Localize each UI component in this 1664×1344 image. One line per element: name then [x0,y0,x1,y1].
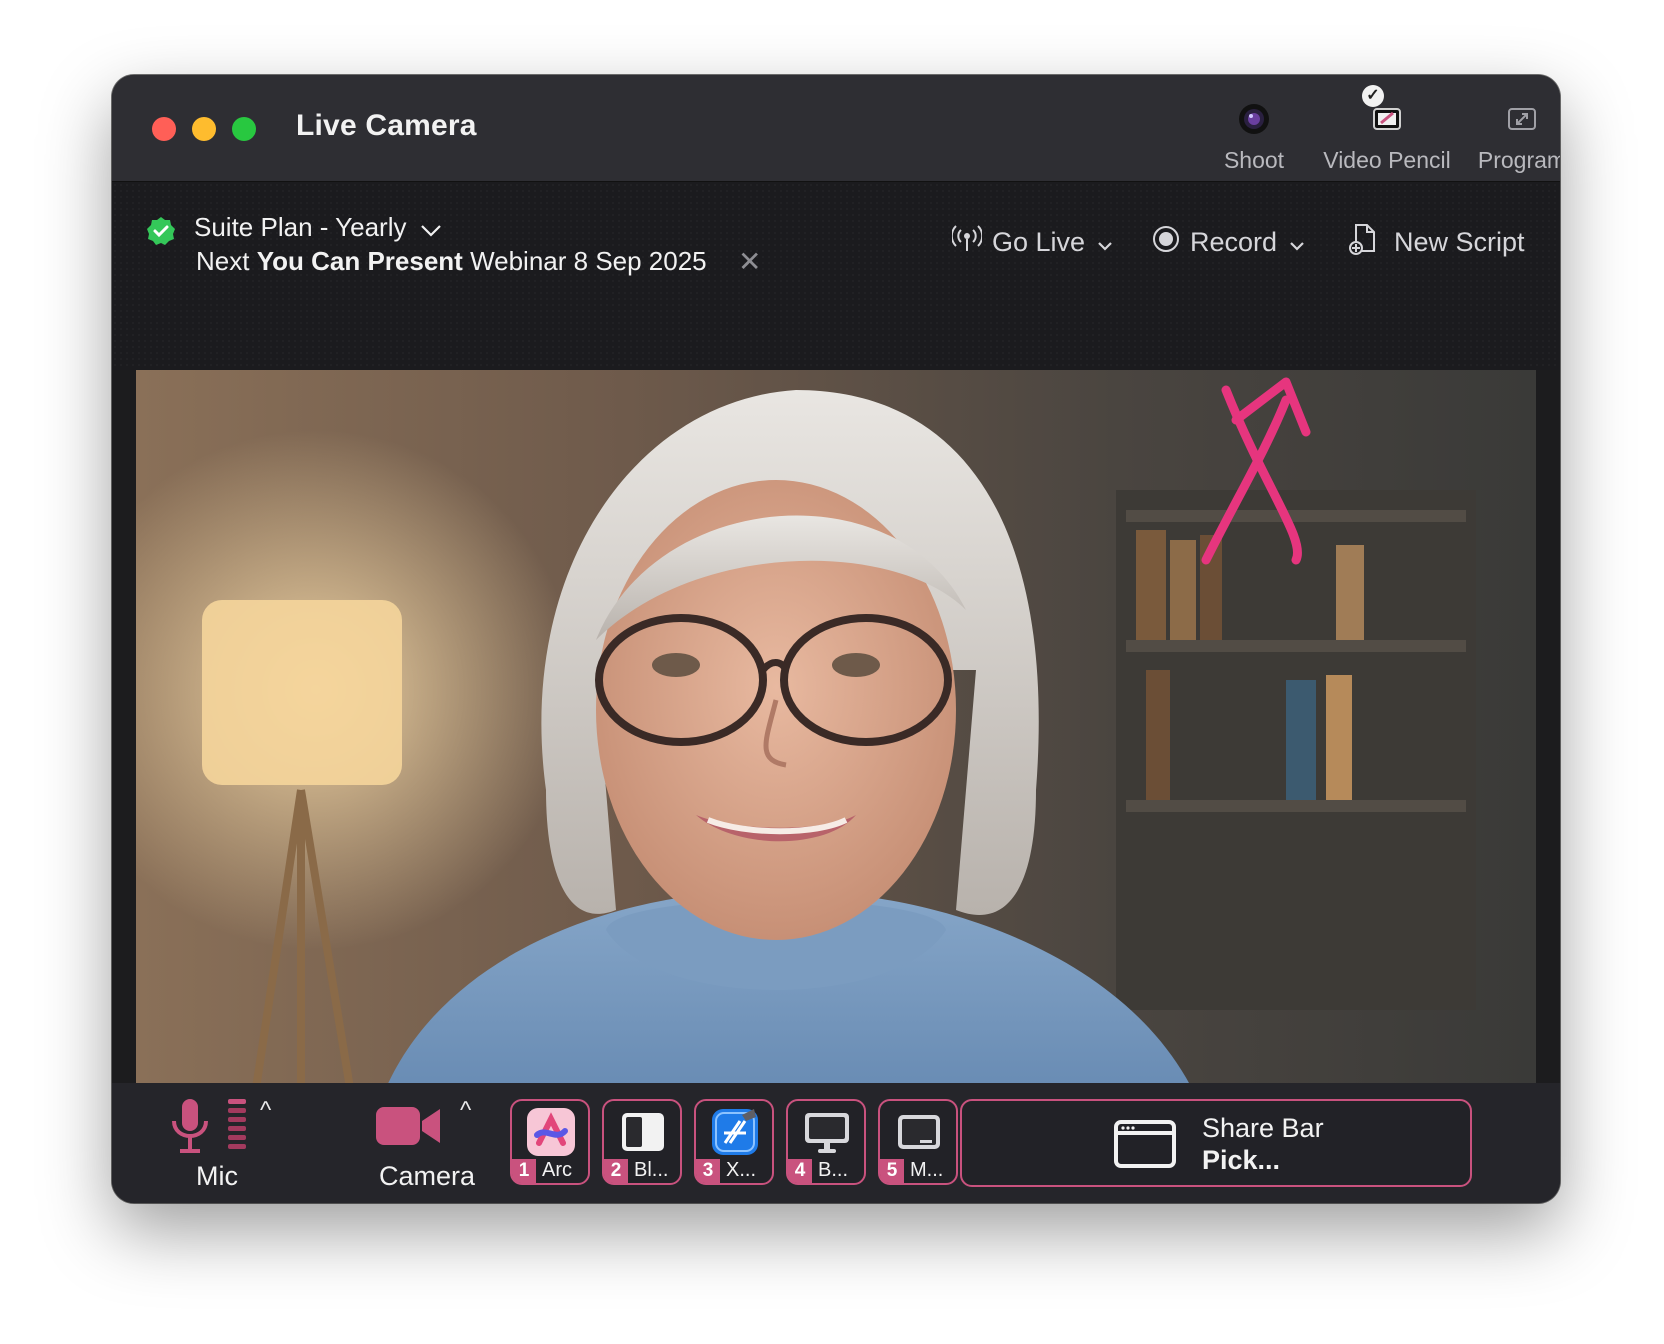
xcode-app-icon [710,1107,760,1162]
video-pencil-icon [1369,101,1405,142]
close-icon[interactable]: ✕ [738,248,761,276]
camera-label: Camera [378,1161,476,1191]
new-script-button[interactable]: New Script [1348,222,1525,262]
app-name-1: Arc [542,1159,572,1181]
info-bar: Suite Plan - Yearly Next You Can Present… [112,182,1560,370]
share-bar-button[interactable]: Share Bar Pick... [960,1099,1472,1187]
title-bar: Live Camera Shoot Video Pencil ✓ Program [112,75,1560,182]
control-bar: Mic ^ Camera ^ 1 Arc 2 Bl... 3 X... 4 B.… [112,1083,1560,1203]
share-bar-title: Share Bar [1202,1113,1324,1143]
chevron-down-icon [420,214,442,245]
record-label: Record [1190,226,1278,257]
next-prefix: Next [196,246,250,276]
chevron-down-icon [1097,227,1113,258]
plan-selector[interactable]: Suite Plan - Yearly [194,212,442,245]
record-icon [1152,225,1180,260]
app-name-3: X... [726,1159,757,1181]
app-tile-2[interactable]: 2 Bl... [602,1099,682,1185]
video-camera-icon [374,1103,442,1156]
broadcast-icon [950,224,984,260]
camera-lens-icon [1236,101,1272,142]
mic-label: Mic [196,1161,238,1191]
go-live-label: Go Live [992,226,1086,257]
expand-window-icon [1504,101,1540,142]
chevron-down-icon [1289,227,1305,258]
app-name-4: B... [818,1159,849,1181]
monitor-icon [802,1107,852,1162]
app-name-5: M... [910,1159,944,1181]
camera-options-chevron-up-icon[interactable]: ^ [460,1097,471,1125]
app-number-2: 2 [604,1159,628,1183]
shoot-label: Shoot [1223,147,1285,173]
window-icon [1114,1119,1176,1174]
share-bar-subtitle: Pick... [1202,1145,1281,1175]
display-icon [894,1107,944,1162]
app-tile-5[interactable]: 5 M... [878,1099,958,1185]
split-window-icon [618,1107,668,1162]
app-number-3: 3 [696,1159,720,1183]
record-button[interactable]: Record [1152,222,1305,262]
app-number-5: 5 [880,1159,904,1183]
app-tile-1[interactable]: 1 Arc [510,1099,590,1185]
mic-options-chevron-up-icon[interactable]: ^ [260,1097,271,1125]
verified-badge-icon [146,216,176,251]
video-pencil-button[interactable]: Video Pencil [1317,95,1457,175]
next-event-bold: You Can Present [256,246,463,276]
video-pencil-label: Video Pencil [1323,147,1451,173]
app-tile-4[interactable]: 4 B... [786,1099,866,1185]
minimize-window-button[interactable] [192,117,216,141]
app-name-2: Bl... [634,1159,669,1181]
app-tile-3[interactable]: 3 X... [694,1099,774,1185]
program-label: Program [1477,147,1560,173]
checkmark-badge-icon: ✓ [1362,85,1384,107]
zoom-window-button[interactable] [232,117,256,141]
go-live-button[interactable]: Go Live [950,222,1113,262]
next-event-line: Next You Can Present Webinar 8 Sep 2025 [196,246,707,277]
camera-video-feed [136,370,1536,1155]
live-camera-window: Live Camera Shoot Video Pencil ✓ Program… [112,75,1560,1203]
program-button[interactable]: Program [1452,95,1560,175]
new-document-icon [1348,223,1378,262]
next-event-rest: Webinar 8 Sep 2025 [470,246,707,276]
close-window-button[interactable] [152,117,176,141]
camera-button[interactable]: Camera [352,1083,502,1203]
shoot-button[interactable]: Shoot [1184,95,1324,175]
arc-app-icon [526,1107,576,1162]
mic-button[interactable]: Mic [162,1083,272,1203]
app-number-1: 1 [512,1159,536,1183]
window-title: Live Camera [296,109,477,142]
app-number-4: 4 [788,1159,812,1183]
microphone-icon [170,1097,250,1164]
plan-name: Suite Plan - Yearly [194,212,407,242]
new-script-label: New Script [1394,226,1525,257]
